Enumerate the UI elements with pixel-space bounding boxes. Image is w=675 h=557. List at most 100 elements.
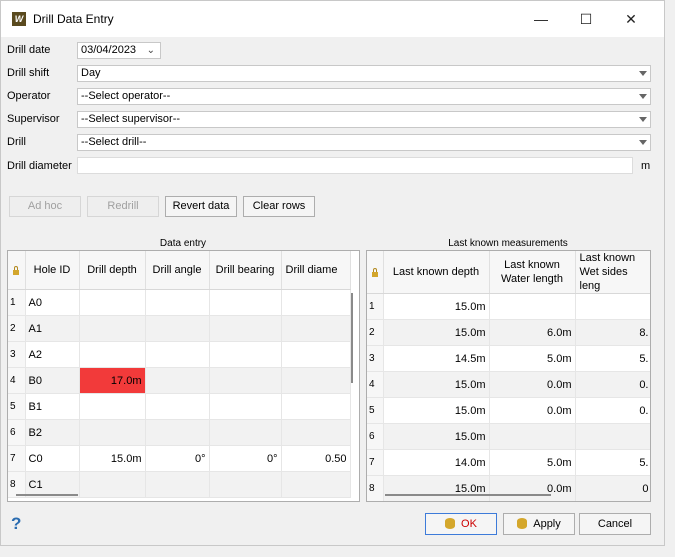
- drill-bearing-cell[interactable]: [209, 341, 282, 368]
- last-known-water-length-cell: 5.0m: [489, 449, 576, 476]
- apply-button[interactable]: Apply: [503, 513, 575, 535]
- drill-bearing-cell[interactable]: [209, 315, 282, 342]
- hole-id-cell[interactable]: C0: [25, 445, 80, 472]
- table-row[interactable]: 5 15.0m 0.0m 0.: [367, 397, 650, 424]
- col-last-known-depth[interactable]: Last known depth: [383, 251, 490, 294]
- table-row[interactable]: 7 14.0m 5.0m 5.: [367, 449, 650, 476]
- table-row[interactable]: 1 15.0m: [367, 293, 650, 320]
- drill-diameter-cell[interactable]: [281, 289, 351, 316]
- drill-diameter-cell[interactable]: [281, 367, 351, 394]
- table-row[interactable]: 1 A0: [8, 289, 351, 316]
- hole-id-cell[interactable]: A1: [25, 315, 80, 342]
- col-drill-depth[interactable]: Drill depth: [79, 251, 146, 290]
- drill-depth-cell[interactable]: [79, 289, 146, 316]
- drill-bearing-cell[interactable]: [209, 289, 282, 316]
- last-known-wet-sides-cell: 5.: [575, 449, 650, 476]
- col-drill-diameter[interactable]: Drill diame: [281, 251, 351, 290]
- vertical-scrollbar[interactable]: [351, 293, 353, 383]
- row-number: 7: [8, 445, 26, 472]
- table-row[interactable]: 6 15.0m: [367, 423, 650, 450]
- drill-bearing-cell[interactable]: 0°: [209, 445, 282, 472]
- table-row[interactable]: 6 B2: [8, 419, 351, 446]
- drill-date-picker[interactable]: 03/04/2023 ⌄: [77, 42, 161, 59]
- title-bar: W Drill Data Entry — ☐ ✕: [1, 1, 664, 37]
- col-last-known-wet-sides[interactable]: Last known Wet sides leng: [575, 251, 650, 294]
- drill-depth-cell[interactable]: [79, 471, 146, 498]
- data-entry-title: Data entry: [159, 238, 207, 249]
- drill-bearing-cell[interactable]: [209, 393, 282, 420]
- drill-angle-cell[interactable]: [145, 419, 210, 446]
- ad-hoc-button[interactable]: Ad hoc: [9, 196, 81, 217]
- close-button[interactable]: ✕: [616, 9, 646, 29]
- drill-depth-cell[interactable]: [79, 419, 146, 446]
- drill-select[interactable]: --Select drill--: [77, 134, 651, 151]
- drill-depth-cell[interactable]: 17.0m: [79, 367, 146, 394]
- maximize-button[interactable]: ☐: [571, 9, 601, 29]
- drill-diameter-input[interactable]: [77, 157, 633, 174]
- help-icon[interactable]: ?: [11, 514, 21, 534]
- drill-depth-cell[interactable]: 15.0m: [79, 445, 146, 472]
- last-known-grid[interactable]: Last known depth Last known Water length…: [366, 250, 651, 502]
- drill-shift-select[interactable]: Day: [77, 65, 651, 82]
- col-drill-bearing[interactable]: Drill bearing: [209, 251, 282, 290]
- drill-bearing-cell[interactable]: [209, 367, 282, 394]
- col-last-known-water-length[interactable]: Last known Water length: [489, 251, 576, 294]
- last-known-depth-cell: 15.0m: [383, 319, 490, 346]
- table-row[interactable]: 3 A2: [8, 341, 351, 368]
- drill-depth-cell[interactable]: [79, 341, 146, 368]
- hole-id-cell[interactable]: B0: [25, 367, 80, 394]
- row-number: 5: [8, 393, 26, 420]
- drill-angle-cell[interactable]: 0°: [145, 445, 210, 472]
- clear-rows-button[interactable]: Clear rows: [243, 196, 315, 217]
- drill-depth-cell[interactable]: [79, 393, 146, 420]
- table-row[interactable]: 4 B0 17.0m: [8, 367, 351, 394]
- horizontal-scrollbar[interactable]: [16, 494, 78, 496]
- drill-diameter-cell[interactable]: [281, 471, 351, 498]
- drill-diameter-cell[interactable]: [281, 315, 351, 342]
- table-row[interactable]: 4 15.0m 0.0m 0.: [367, 371, 650, 398]
- drill-angle-cell[interactable]: [145, 341, 210, 368]
- drill-bearing-cell[interactable]: [209, 419, 282, 446]
- drill-diameter-cell[interactable]: [281, 419, 351, 446]
- drill-angle-cell[interactable]: [145, 289, 210, 316]
- table-row[interactable]: 2 15.0m 6.0m 8.: [367, 319, 650, 346]
- drill-angle-cell[interactable]: [145, 393, 210, 420]
- horizontal-scrollbar[interactable]: [385, 494, 551, 496]
- last-known-water-length-cell: 0.0m: [489, 371, 576, 398]
- drill-angle-cell[interactable]: [145, 471, 210, 498]
- operator-label: Operator: [7, 90, 51, 102]
- drill-diameter-cell[interactable]: [281, 341, 351, 368]
- row-number: 6: [367, 423, 384, 450]
- drill-angle-cell[interactable]: [145, 315, 210, 342]
- col-hole-id[interactable]: Hole ID: [25, 251, 80, 290]
- cancel-button[interactable]: Cancel: [579, 513, 651, 535]
- drill-bearing-cell[interactable]: [209, 471, 282, 498]
- data-entry-grid[interactable]: Hole ID Drill depth Drill angle Drill be…: [7, 250, 360, 502]
- dropdown-arrow-icon: [639, 117, 647, 122]
- last-known-wet-sides-cell: 5.: [575, 345, 650, 372]
- minimize-button[interactable]: —: [526, 9, 556, 29]
- table-row[interactable]: 2 A1: [8, 315, 351, 342]
- hole-id-cell[interactable]: B1: [25, 393, 80, 420]
- redrill-button[interactable]: Redrill: [87, 196, 159, 217]
- table-row[interactable]: 8 15.0m 0.0m 0: [367, 475, 650, 501]
- drill-angle-cell[interactable]: [145, 367, 210, 394]
- drill-depth-cell[interactable]: [79, 315, 146, 342]
- hole-id-cell[interactable]: A2: [25, 341, 80, 368]
- table-row[interactable]: 5 B1: [8, 393, 351, 420]
- dropdown-arrow-icon: [639, 94, 647, 99]
- table-row[interactable]: 3 14.5m 5.0m 5.: [367, 345, 650, 372]
- revert-data-button[interactable]: Revert data: [165, 196, 237, 217]
- drill-diameter-unit: m: [641, 160, 651, 172]
- supervisor-select[interactable]: --Select supervisor--: [77, 111, 651, 128]
- drill-diameter-cell[interactable]: [281, 393, 351, 420]
- ok-button[interactable]: OK: [425, 513, 497, 535]
- col-drill-angle[interactable]: Drill angle: [145, 251, 210, 290]
- table-row[interactable]: 7 C0 15.0m 0° 0° 0.50: [8, 445, 351, 472]
- operator-select[interactable]: --Select operator--: [77, 88, 651, 105]
- drill-label: Drill: [7, 136, 26, 148]
- drill-diameter-cell[interactable]: 0.50: [281, 445, 351, 472]
- supervisor-label: Supervisor: [7, 113, 60, 125]
- hole-id-cell[interactable]: B2: [25, 419, 80, 446]
- hole-id-cell[interactable]: A0: [25, 289, 80, 316]
